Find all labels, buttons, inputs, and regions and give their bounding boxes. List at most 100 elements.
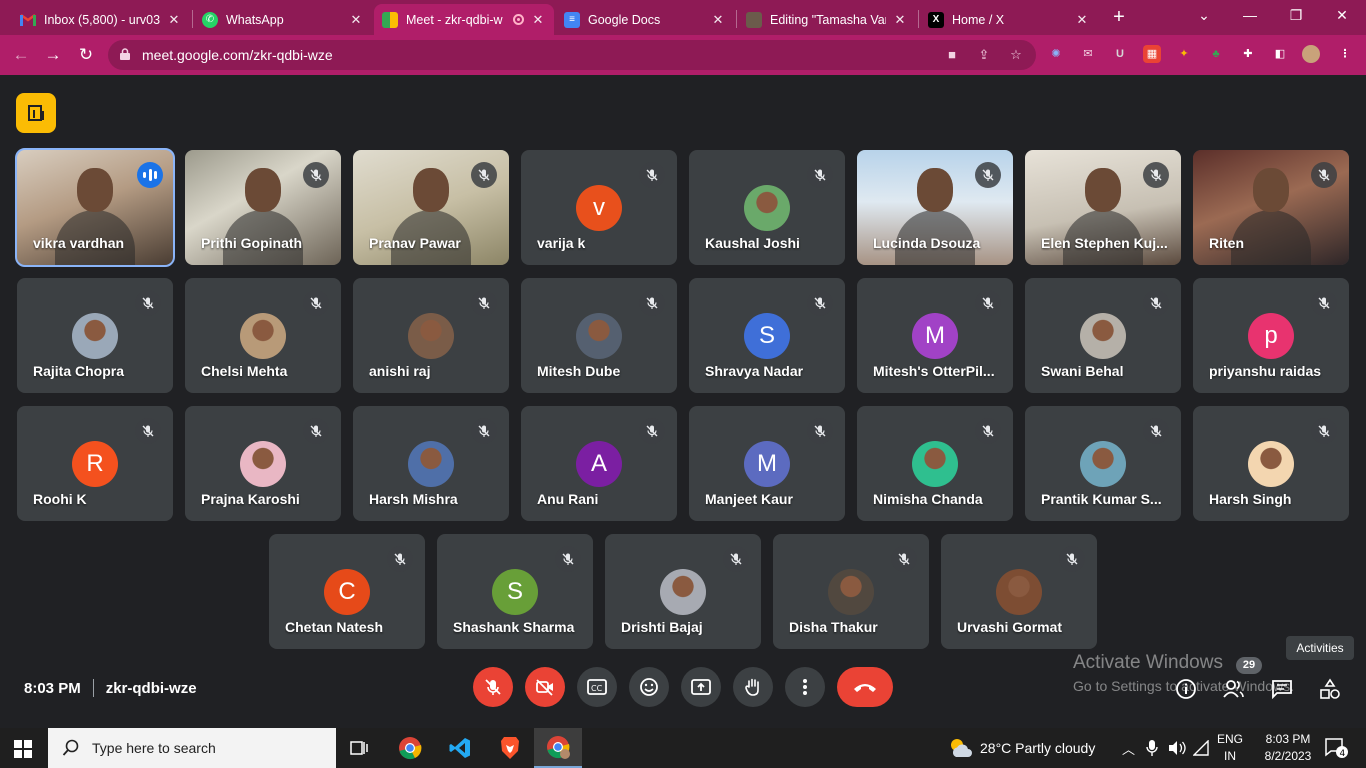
volume-icon[interactable]	[1168, 728, 1186, 768]
participant-tile[interactable]: Prajna Karoshi	[185, 406, 341, 521]
participant-tile[interactable]: M Manjeet Kaur	[689, 406, 845, 521]
language-indicator[interactable]: ENG IN	[1212, 731, 1248, 765]
participant-tile[interactable]: anishi raj	[353, 278, 509, 393]
participant-tile[interactable]: p priyanshu raidas	[1193, 278, 1349, 393]
captions-button[interactable]: CC	[577, 667, 617, 707]
mic-muted-icon	[807, 162, 833, 188]
participant-tile[interactable]: S Shravya Nadar	[689, 278, 845, 393]
participant-tile[interactable]: Swani Behal	[1025, 278, 1181, 393]
participant-tile[interactable]: vikra vardhan	[15, 148, 175, 267]
participant-tile[interactable]: Elen Stephen Kuj...	[1025, 150, 1181, 265]
leave-call-button[interactable]	[837, 667, 893, 707]
reactions-button[interactable]	[629, 667, 669, 707]
show-hidden-icons[interactable]: ︿	[1122, 728, 1135, 768]
gmail-icon	[20, 12, 36, 28]
restore-icon[interactable]: ❐	[1276, 4, 1316, 26]
tab-editing[interactable]: Editing "Tamasha Vam ✕	[738, 4, 916, 35]
raise-hand-button[interactable]	[733, 667, 773, 707]
more-options-button[interactable]	[785, 667, 825, 707]
tab-gmail[interactable]: Inbox (5,800) - urv030 ✕	[12, 4, 190, 35]
mic-muted-icon	[471, 162, 497, 188]
party-extension-icon[interactable]: ✦	[1175, 45, 1193, 63]
leaf-extension-icon[interactable]: ♣	[1207, 45, 1225, 63]
camera-icon[interactable]: ■	[944, 47, 960, 63]
chrome-taskbar-icon[interactable]	[386, 728, 434, 768]
tab-title: Meet - zkr-qdbi-w	[406, 12, 503, 27]
participant-tile[interactable]: Prithi Gopinath	[185, 150, 341, 265]
participant-tile[interactable]: A Anu Rani	[521, 406, 677, 521]
participant-tile[interactable]: Urvashi Gormat	[941, 534, 1097, 649]
participant-tile[interactable]: Chelsi Mehta	[185, 278, 341, 393]
participant-tile[interactable]: Rajita Chopra	[17, 278, 173, 393]
tab-meet[interactable]: Meet - zkr-qdbi-w ✕	[374, 4, 554, 35]
extension-icon[interactable]: ✺	[1047, 45, 1065, 63]
participant-tile[interactable]: Mitesh Dube	[521, 278, 677, 393]
new-tab-icon[interactable]: +	[1108, 6, 1130, 28]
participant-tile[interactable]: v varija k	[521, 150, 677, 265]
close-tab-icon[interactable]: ✕	[1074, 12, 1090, 28]
tab-google-docs[interactable]: ≡ Google Docs ✕	[556, 4, 734, 35]
network-icon[interactable]	[1193, 728, 1209, 768]
close-tab-icon[interactable]: ✕	[710, 12, 726, 28]
microphone-tray-icon[interactable]	[1146, 728, 1158, 768]
participant-tile[interactable]: Lucinda Dsouza	[857, 150, 1013, 265]
menu-icon[interactable]: ⋮	[1336, 45, 1354, 63]
meeting-details-button[interactable]	[1173, 676, 1199, 702]
address-bar[interactable]: meet.google.com/zkr-qdbi-wze ■ ⇪ ☆	[108, 40, 1036, 70]
vscode-taskbar-icon[interactable]	[436, 728, 484, 768]
participant-tile[interactable]: Harsh Singh	[1193, 406, 1349, 521]
side-panel-icon[interactable]: ◧	[1271, 45, 1289, 63]
close-tab-icon[interactable]: ✕	[892, 12, 908, 28]
participant-tile[interactable]: Disha Thakur	[773, 534, 929, 649]
participant-name: Harsh Singh	[1209, 491, 1292, 507]
microphone-toggle-button[interactable]	[473, 667, 513, 707]
meeting-details: 8:03 PM zkr-qdbi-wze	[24, 679, 197, 697]
chrome-profile-taskbar-icon[interactable]	[534, 728, 582, 768]
notification-center-icon[interactable]: 4	[1324, 728, 1348, 768]
mic-muted-icon	[471, 290, 497, 316]
tab-x[interactable]: X Home / X ✕	[920, 4, 1098, 35]
meeting-room-icon[interactable]	[16, 93, 56, 133]
people-button[interactable]	[1221, 676, 1247, 702]
profile-avatar[interactable]	[1302, 45, 1320, 63]
minimize-icon[interactable]: —	[1230, 4, 1270, 26]
participant-tile[interactable]: Harsh Mishra	[353, 406, 509, 521]
tab-search-icon[interactable]: ⌄	[1184, 4, 1224, 26]
camera-toggle-button[interactable]	[525, 667, 565, 707]
participant-tile[interactable]: Prantik Kumar S...	[1025, 406, 1181, 521]
weather-widget[interactable]: 28°C Partly cloudy	[948, 728, 1095, 768]
participant-tile[interactable]: M Mitesh's OtterPil...	[857, 278, 1013, 393]
back-icon[interactable]: ←	[10, 44, 32, 66]
close-tab-icon[interactable]: ✕	[348, 12, 364, 28]
participant-tile[interactable]: C Chetan Natesh	[269, 534, 425, 649]
activities-button[interactable]	[1317, 676, 1343, 702]
grid-extension-icon[interactable]: ▦	[1143, 45, 1161, 63]
close-window-icon[interactable]: ✕	[1322, 4, 1362, 26]
task-view-icon[interactable]	[336, 728, 384, 768]
participant-tile[interactable]: Kaushal Joshi	[689, 150, 845, 265]
participant-tile[interactable]: Riten	[1193, 150, 1349, 265]
chat-button[interactable]	[1269, 676, 1295, 702]
participant-tile[interactable]: S Shashank Sharma	[437, 534, 593, 649]
mail-extension-icon[interactable]: ✉	[1079, 45, 1097, 63]
participant-name: Drishti Bajaj	[621, 619, 703, 635]
participant-tile[interactable]: Nimisha Chanda	[857, 406, 1013, 521]
u-extension-icon[interactable]: U	[1111, 45, 1129, 63]
close-tab-icon[interactable]: ✕	[166, 12, 182, 28]
close-tab-icon[interactable]: ✕	[530, 12, 546, 28]
reload-icon[interactable]: ↻	[75, 44, 97, 66]
bookmark-star-icon[interactable]: ☆	[1008, 47, 1024, 63]
extensions-puzzle-icon[interactable]: ✚	[1239, 45, 1257, 63]
brave-taskbar-icon[interactable]	[486, 728, 534, 768]
participant-tile[interactable]: Drishti Bajaj	[605, 534, 761, 649]
participant-tile[interactable]: R Roohi K	[17, 406, 173, 521]
participant-tile[interactable]: Pranav Pawar	[353, 150, 509, 265]
taskbar-search-box[interactable]: Type here to search	[48, 728, 336, 768]
present-screen-button[interactable]	[681, 667, 721, 707]
forward-icon[interactable]: →	[42, 44, 64, 66]
share-icon[interactable]: ⇪	[976, 47, 992, 63]
system-clock[interactable]: 8:03 PM 8/2/2023	[1258, 731, 1318, 765]
mic-off-icon	[485, 679, 501, 695]
tab-whatsapp[interactable]: ✆ WhatsApp ✕	[194, 4, 372, 35]
windows-start-icon[interactable]	[14, 740, 32, 758]
